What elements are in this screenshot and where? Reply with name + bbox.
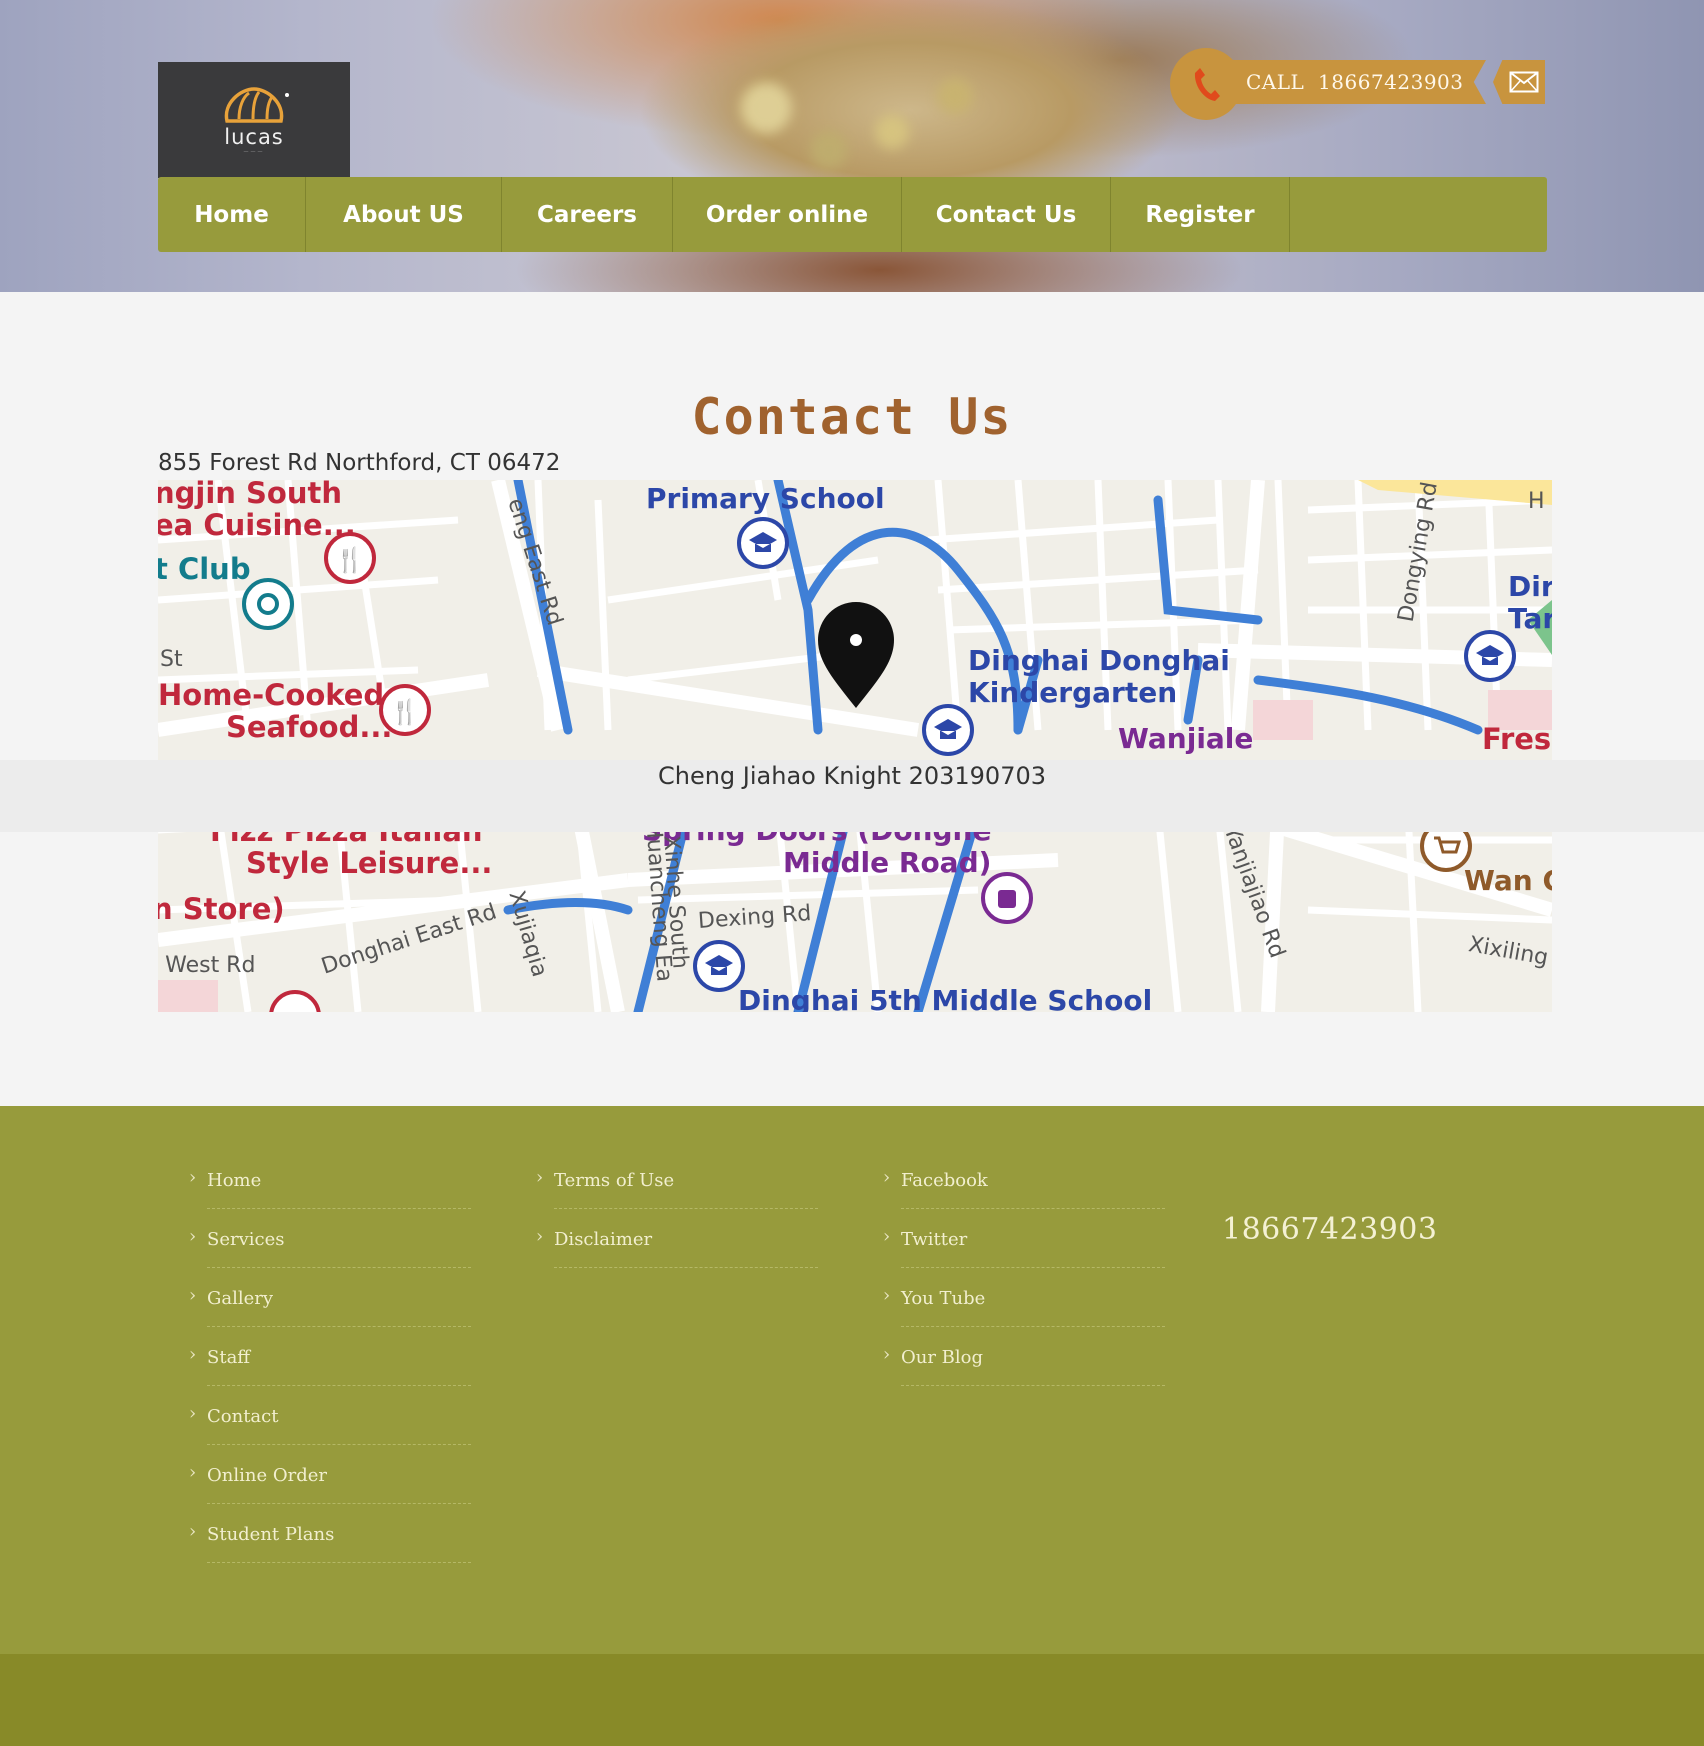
footer-link-home[interactable]: Home [189, 1150, 471, 1209]
svg-text:🍴: 🍴 [335, 546, 365, 574]
club-marker[interactable] [242, 578, 294, 630]
footer-link-terms[interactable]: Terms of Use [536, 1150, 818, 1209]
nav-home[interactable]: Home [158, 177, 306, 252]
nav-register[interactable]: Register [1111, 177, 1290, 252]
map-label: Dir [1508, 570, 1552, 603]
header-phone-number: 18667423903 [1318, 70, 1464, 94]
map-label: Fresh [1482, 722, 1552, 756]
school-marker-4[interactable] [693, 940, 745, 992]
footer-column-main: Home Services Gallery Staff Contact Onli… [189, 1150, 471, 1563]
map-label: t Club [158, 552, 251, 586]
map-label: n Store) [158, 892, 285, 926]
logo-text: lucas [224, 125, 284, 149]
location-map[interactable]: 🍴 🍴 ngjin South ea Cuisine... t Club St … [158, 480, 1552, 1012]
shopping-marker[interactable] [981, 872, 1033, 924]
footer-link-youtube[interactable]: You Tube [883, 1268, 1165, 1327]
map-label: ea Cuisine... [158, 508, 356, 542]
footer-link-services[interactable]: Services [189, 1209, 471, 1268]
call-label: CALL [1246, 70, 1305, 94]
phone-icon [1194, 68, 1220, 101]
footer-link-twitter[interactable]: Twitter [883, 1209, 1165, 1268]
envelope-icon [1509, 71, 1539, 93]
footer-link-contact[interactable]: Contact [189, 1386, 471, 1445]
footer-column-legal: Terms of Use Disclaimer [536, 1150, 818, 1268]
credit-text: Cheng Jiahao Knight 203190703 [657, 762, 1047, 790]
school-marker-2[interactable] [922, 704, 974, 756]
nav-contact-us[interactable]: Contact Us [902, 177, 1111, 252]
map-label: Dinghai Donghai [968, 644, 1230, 677]
map-label: H [1528, 489, 1545, 514]
footer-link-disclaimer[interactable]: Disclaimer [536, 1209, 818, 1268]
footer-link-staff[interactable]: Staff [189, 1327, 471, 1386]
banner-image [640, 60, 1060, 180]
map-label: i West Rd [158, 953, 256, 978]
page-title: Contact Us [691, 388, 1013, 446]
nav-about-us[interactable]: About US [306, 177, 502, 252]
site-logo[interactable]: lucas ——— [158, 62, 350, 178]
map-label: St [160, 647, 183, 672]
footer-link-student-plans[interactable]: Student Plans [189, 1504, 471, 1563]
footer-link-online-order[interactable]: Online Order [189, 1445, 471, 1504]
email-button[interactable] [1493, 60, 1545, 104]
nav-order-online[interactable]: Order online [673, 177, 902, 252]
map-label: Wanjiale [1118, 722, 1254, 755]
nav-careers[interactable]: Careers [502, 177, 673, 252]
footer-column-social: Facebook Twitter You Tube Our Blog [883, 1150, 1165, 1386]
map-label: Wan C [1464, 864, 1552, 897]
map-label: ngjin South [158, 480, 342, 510]
map-label: Dinghai 5th Middle School [738, 984, 1153, 1012]
map-label: Primary School [646, 482, 885, 515]
map-label: Seafood... [226, 710, 393, 744]
footer-link-facebook[interactable]: Facebook [883, 1150, 1165, 1209]
main-nav: Home About US Careers Order online Conta… [158, 177, 1547, 252]
bread-icon [224, 87, 289, 123]
map-label: Style Leisure... [246, 846, 493, 880]
map-label: Middle Road) [783, 846, 992, 879]
svg-text:🍴: 🍴 [390, 698, 420, 726]
footer-phone[interactable]: 18667423903 [1222, 1212, 1437, 1247]
school-marker-3[interactable] [1464, 630, 1516, 682]
map-label: Kindergarten [968, 676, 1178, 709]
footer-link-gallery[interactable]: Gallery [189, 1268, 471, 1327]
map-label: Home-Cooked [158, 678, 385, 712]
school-marker[interactable] [737, 517, 789, 569]
call-badge [1170, 48, 1242, 120]
map-base: 🍴 🍴 [158, 480, 1552, 1012]
footer-bottom-bar [0, 1654, 1704, 1746]
logo-tagline-mark: ——— [243, 149, 265, 155]
map-label: Tar [1508, 602, 1552, 635]
address-text: 855 Forest Rd Northford, CT 06472 [158, 450, 561, 476]
call-phone[interactable]: CALL 18667423903 [1246, 70, 1464, 94]
restaurant-marker-3[interactable] [269, 990, 321, 1012]
footer-link-blog[interactable]: Our Blog [883, 1327, 1165, 1386]
location-pin-icon[interactable] [818, 602, 894, 708]
